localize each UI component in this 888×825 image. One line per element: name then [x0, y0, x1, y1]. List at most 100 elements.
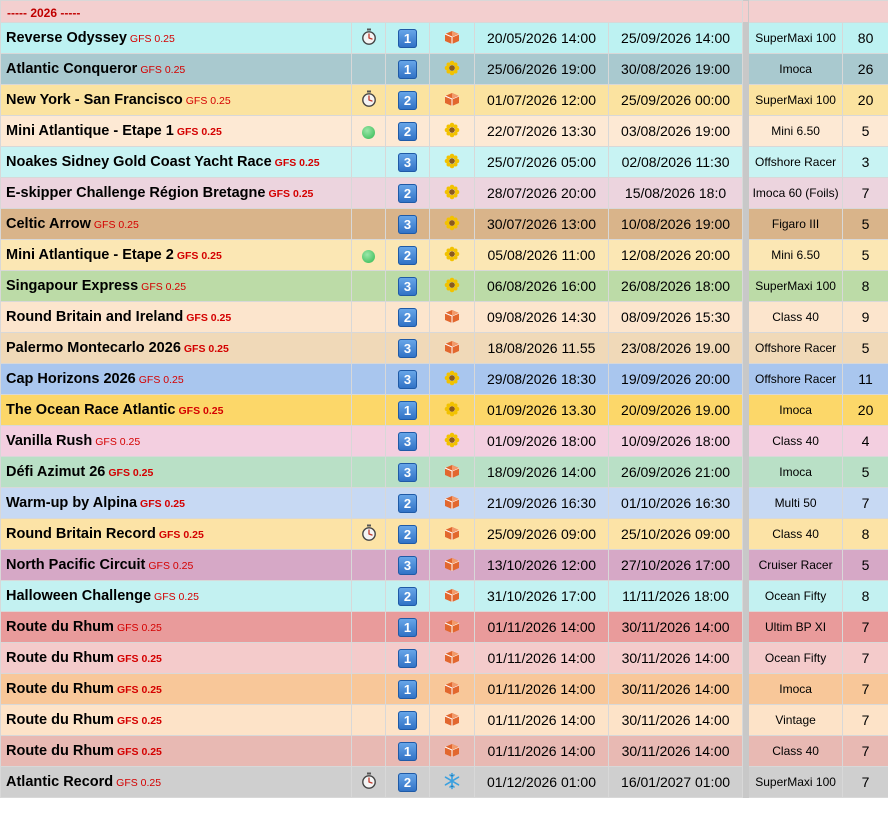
box-icon [443, 711, 461, 730]
gfs-label: GFS 0.25 [93, 219, 139, 231]
race-name[interactable]: Celtic Arrow [6, 216, 91, 232]
watch-icon [361, 90, 377, 111]
table-row[interactable]: New York - San Francisco GFS 0.25 2 01/07/2… [0, 84, 888, 116]
race-name[interactable]: The Ocean Race Atlantic [6, 402, 176, 418]
table-row[interactable]: Reverse Odyssey GFS 0.25 1 20/05/2026 14:00… [0, 22, 888, 54]
end-date: 25/10/2026 09:00 [607, 518, 744, 550]
race-name-cell[interactable]: Halloween Challenge GFS 0.25 [0, 580, 352, 612]
race-name-cell[interactable]: E-skipper Challenge Région Bretagne GFS 0… [0, 177, 352, 209]
table-row[interactable]: Singapour Express GFS 0.25 3 06/08/2026 16:… [0, 270, 888, 302]
gfs-label: GFS 0.25 [178, 405, 224, 417]
table-row[interactable]: Halloween Challenge GFS 0.25 2 31/10/2026 1… [0, 580, 888, 612]
table-row[interactable]: Défi Azimut 26 GFS 0.25 3 18/09/2026 14:00 2… [0, 456, 888, 488]
race-name[interactable]: Atlantic Record [6, 774, 113, 790]
table-row[interactable]: North Pacific Circuit GFS 0.25 3 13/10/2026… [0, 549, 888, 581]
table-row[interactable]: Mini Atlantique - Etape 1 GFS 0.25 2 22/07/… [0, 115, 888, 147]
race-name-cell[interactable]: Route du Rhum GFS 0.25 [0, 735, 352, 767]
race-name[interactable]: Palermo Montecarlo 2026 [6, 340, 181, 356]
boat-class: Imoca [748, 53, 844, 85]
boat-class: SuperMaxi 100 [748, 22, 844, 54]
gfs-label: GFS 0.25 [185, 95, 231, 107]
table-row[interactable]: Round Britain Record GFS 0.25 2 25/09/2026 … [0, 518, 888, 550]
start-date: 01/11/2026 14:00 [474, 611, 609, 643]
race-name-cell[interactable]: Défi Azimut 26 GFS 0.25 [0, 456, 352, 488]
sunflower-icon [444, 432, 460, 451]
race-name-cell[interactable]: The Ocean Race Atlantic GFS 0.25 [0, 394, 352, 426]
gfs-label: GFS 0.25 [176, 250, 222, 262]
level-badge: 2 [398, 772, 417, 792]
race-name[interactable]: Vanilla Rush [6, 433, 92, 449]
table-row[interactable]: Vanilla Rush GFS 0.25 3 01/09/2026 18:00 10/… [0, 425, 888, 457]
year-header: ----- 2026 ----- [7, 5, 81, 20]
race-name-cell[interactable]: Reverse Odyssey GFS 0.25 [0, 22, 352, 54]
start-date: 13/10/2026 12:00 [474, 549, 609, 581]
table-row[interactable]: Palermo Montecarlo 2026 GFS 0.25 3 18/08/20… [0, 332, 888, 364]
end-date: 27/10/2026 17:00 [607, 549, 744, 581]
race-name[interactable]: Singapour Express [6, 278, 138, 294]
race-name-cell[interactable]: Palermo Montecarlo 2026 GFS 0.25 [0, 332, 352, 364]
race-name[interactable]: Mini Atlantique - Etape 1 [6, 123, 174, 139]
race-name-cell[interactable]: Atlantic Record GFS 0.25 [0, 766, 352, 798]
start-date: 01/11/2026 14:00 [474, 642, 609, 674]
record-cell [351, 332, 386, 364]
race-name-cell[interactable]: Round Britain Record GFS 0.25 [0, 518, 352, 550]
table-row[interactable]: Noakes Sidney Gold Coast Yacht Race GFS 0… [0, 146, 888, 178]
race-name-cell[interactable]: Route du Rhum GFS 0.25 [0, 704, 352, 736]
table-row[interactable]: Warm-up by Alpina GFS 0.25 2 21/09/2026 16:… [0, 487, 888, 519]
race-name-cell[interactable]: Noakes Sidney Gold Coast Yacht Race GFS 0… [0, 146, 352, 178]
table-row[interactable]: Cap Horizons 2026 GFS 0.25 3 29/08/2026 18:… [0, 363, 888, 395]
table-row[interactable]: The Ocean Race Atlantic GFS 0.25 1 01/09/20… [0, 394, 888, 426]
race-name[interactable]: Défi Azimut 26 [6, 464, 105, 480]
table-row[interactable]: Route du Rhum GFS 0.25 1 01/11/2026 14:00 30… [0, 611, 888, 643]
table-row[interactable]: Round Britain and Ireland GFS 0.25 2 09/08/… [0, 301, 888, 333]
table-row[interactable]: Route du Rhum GFS 0.25 1 01/11/2026 14:00 30… [0, 642, 888, 674]
race-name-cell[interactable]: Cap Horizons 2026 GFS 0.25 [0, 363, 352, 395]
level-badge: 2 [398, 121, 417, 141]
race-name[interactable]: Atlantic Conqueror [6, 61, 137, 77]
table-row[interactable]: E-skipper Challenge Région Bretagne GFS 0… [0, 177, 888, 209]
race-name-cell[interactable]: North Pacific Circuit GFS 0.25 [0, 549, 352, 581]
table-row[interactable]: Atlantic Conqueror GFS 0.25 1 25/06/2026 19… [0, 53, 888, 85]
table-row[interactable]: Atlantic Record GFS 0.25 2 01/12/2026 01:00… [0, 766, 888, 798]
box-icon [443, 587, 461, 606]
race-name[interactable]: Route du Rhum [6, 712, 114, 728]
level-cell: 1 [385, 704, 430, 736]
table-row[interactable]: Mini Atlantique - Etape 2 GFS 0.25 2 05/08/… [0, 239, 888, 271]
race-name-cell[interactable]: New York - San Francisco GFS 0.25 [0, 84, 352, 116]
race-name[interactable]: Mini Atlantique - Etape 2 [6, 247, 174, 263]
race-name[interactable]: Cap Horizons 2026 [6, 371, 136, 387]
boat-class: SuperMaxi 100 [748, 270, 844, 302]
race-name[interactable]: Route du Rhum [6, 650, 114, 666]
race-name-cell[interactable]: Mini Atlantique - Etape 2 GFS 0.25 [0, 239, 352, 271]
race-name[interactable]: North Pacific Circuit [6, 557, 145, 573]
race-name-cell[interactable]: Atlantic Conqueror GFS 0.25 [0, 53, 352, 85]
table-row[interactable]: Route du Rhum GFS 0.25 1 01/11/2026 14:00 30… [0, 673, 888, 705]
table-row[interactable]: Celtic Arrow GFS 0.25 3 30/07/2026 13:00 10/… [0, 208, 888, 240]
race-name[interactable]: Route du Rhum [6, 681, 114, 697]
race-name[interactable]: Halloween Challenge [6, 588, 151, 604]
race-name-cell[interactable]: Mini Atlantique - Etape 1 GFS 0.25 [0, 115, 352, 147]
race-name-cell[interactable]: Route du Rhum GFS 0.25 [0, 642, 352, 674]
box-icon [443, 680, 461, 699]
race-name[interactable]: Noakes Sidney Gold Coast Yacht Race [6, 154, 272, 170]
race-name[interactable]: Reverse Odyssey [6, 30, 127, 46]
race-name[interactable]: Warm-up by Alpina [6, 495, 137, 511]
race-name[interactable]: E-skipper Challenge Région Bretagne [6, 185, 265, 201]
participant-count: 8 [842, 580, 888, 612]
race-name-cell[interactable]: Vanilla Rush GFS 0.25 [0, 425, 352, 457]
race-name[interactable]: Route du Rhum [6, 619, 114, 635]
race-name-cell[interactable]: Warm-up by Alpina GFS 0.25 [0, 487, 352, 519]
table-row[interactable]: Route du Rhum GFS 0.25 1 01/11/2026 14:00 30… [0, 704, 888, 736]
race-name-cell[interactable]: Route du Rhum GFS 0.25 [0, 611, 352, 643]
level-cell: 2 [385, 580, 430, 612]
table-row[interactable]: Route du Rhum GFS 0.25 1 01/11/2026 14:00 30… [0, 735, 888, 767]
level-cell: 1 [385, 673, 430, 705]
race-name[interactable]: Round Britain Record [6, 526, 156, 542]
race-name-cell[interactable]: Round Britain and Ireland GFS 0.25 [0, 301, 352, 333]
race-name[interactable]: Round Britain and Ireland [6, 309, 183, 325]
race-name-cell[interactable]: Route du Rhum GFS 0.25 [0, 673, 352, 705]
race-name-cell[interactable]: Singapour Express GFS 0.25 [0, 270, 352, 302]
race-name-cell[interactable]: Celtic Arrow GFS 0.25 [0, 208, 352, 240]
race-name[interactable]: Route du Rhum [6, 743, 114, 759]
race-name[interactable]: New York - San Francisco [6, 92, 183, 108]
